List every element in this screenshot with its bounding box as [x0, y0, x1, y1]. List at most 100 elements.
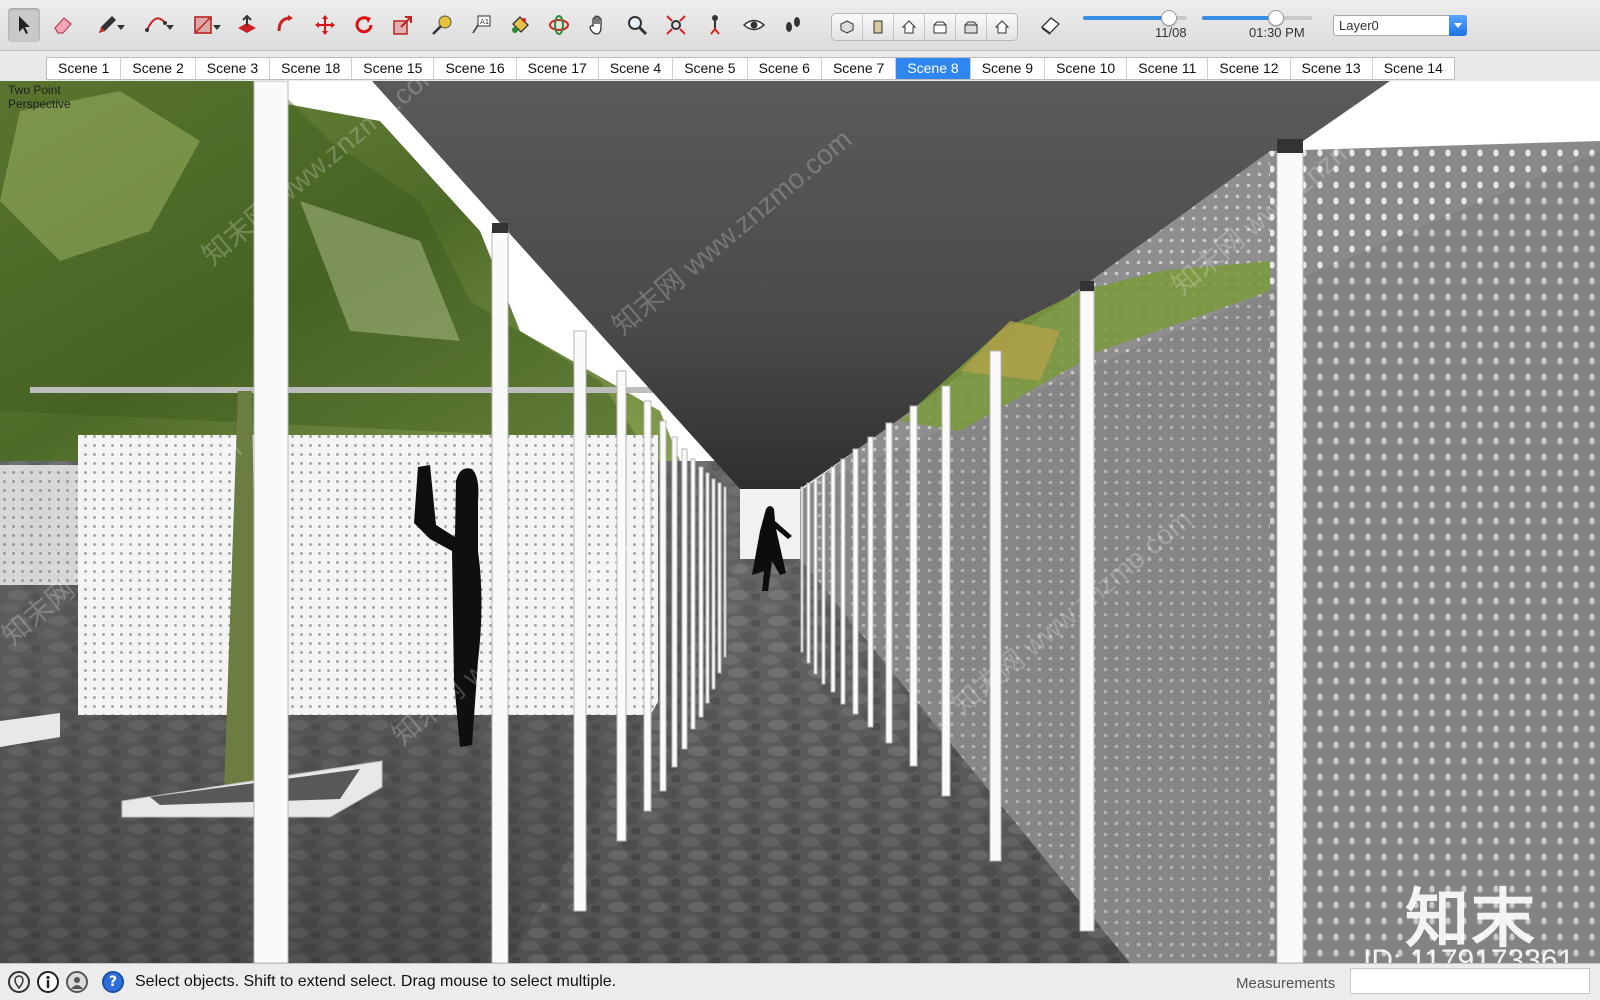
scene-tab[interactable]: Scene 9 [971, 58, 1046, 79]
arc-tool-button[interactable] [140, 8, 174, 42]
scene-tab[interactable]: Scene 1 [47, 58, 122, 79]
left-view-icon [994, 20, 1010, 34]
standard-views-group [831, 13, 1018, 41]
back-view-button[interactable] [956, 14, 987, 40]
scene-tabs: Scene 1 Scene 2 Scene 3 Scene 18 Scene 15 Sce… [46, 57, 1455, 80]
scene-tab[interactable]: Scene 6 [748, 58, 822, 79]
geolocation-icon[interactable] [8, 971, 30, 993]
scene-tab[interactable]: Scene 5 [673, 58, 748, 79]
iso-view-button[interactable] [832, 14, 863, 40]
measurements-input[interactable] [1350, 968, 1590, 994]
scene-tab[interactable]: Scene 12 [1208, 58, 1291, 79]
position-camera-tool-button[interactable] [699, 8, 731, 42]
scene-tab[interactable]: Scene 16 [434, 58, 517, 79]
user-account-icon[interactable] [66, 971, 88, 993]
pan-tool-button[interactable] [582, 8, 614, 42]
status-bar: ? Select objects. Shift to extend select… [0, 963, 1600, 1000]
scene-tab[interactable]: Scene 2 [121, 58, 196, 79]
scene-tab[interactable]: Scene 14 [1373, 58, 1454, 79]
scene-tab[interactable]: Scene 3 [196, 58, 271, 79]
position-camera-icon [710, 15, 720, 35]
magnifier-icon [628, 16, 648, 36]
line-tool-dropdown-icon[interactable] [117, 25, 125, 30]
date-slider[interactable] [1083, 10, 1187, 26]
footprints-icon [786, 17, 800, 32]
scene-tab[interactable]: Scene 8 [896, 58, 971, 79]
arrow-cursor-icon [19, 16, 30, 34]
time-label: 01:30 PM [1249, 25, 1305, 40]
date-slider-knob[interactable] [1161, 10, 1178, 26]
follow-me-icon [277, 15, 293, 32]
credits-info-icon[interactable] [37, 971, 59, 993]
scene-tab[interactable]: Scene 4 [599, 58, 674, 79]
paint-bucket-tool-button[interactable] [504, 8, 536, 42]
line-tool-button[interactable] [91, 8, 125, 42]
scene-tab[interactable]: Scene 11 [1127, 58, 1209, 79]
rectangle-tool-button[interactable] [187, 8, 221, 42]
walk-tool-button[interactable] [777, 8, 809, 42]
tape-measure-tool-button[interactable] [426, 8, 458, 42]
orbit-tool-button[interactable] [543, 8, 575, 42]
scene-tab[interactable]: Scene 15 [352, 58, 435, 79]
zoom-extents-tool-button[interactable] [660, 8, 692, 42]
follow-me-tool-button[interactable] [270, 8, 302, 42]
right-view-button[interactable] [925, 14, 956, 40]
push-pull-tool-button[interactable] [231, 8, 263, 42]
zoom-extents-icon [666, 15, 686, 35]
select-tool-button[interactable] [8, 8, 40, 42]
text-icon: A1 [472, 15, 491, 34]
scene-tab[interactable]: Scene 7 [822, 58, 897, 79]
date-label: 11/08 [1155, 25, 1187, 40]
layer-dropdown[interactable]: Layer0 [1333, 15, 1467, 36]
camera-mode-label: Two Point Perspective [8, 83, 71, 111]
scene-tab[interactable]: Scene 10 [1045, 58, 1128, 79]
shadow-icon [1041, 17, 1060, 35]
instructor-help-icon[interactable]: ? [102, 971, 124, 993]
scene-tab[interactable]: Scene 18 [270, 58, 353, 79]
front-view-icon [901, 20, 917, 34]
back-view-icon [964, 21, 978, 34]
layer-dropdown-value: Layer0 [1339, 18, 1379, 33]
top-view-button[interactable] [863, 14, 894, 40]
scene-tabs-bar: Scene 1 Scene 2 Scene 3 Scene 18 Scene 15 Sce… [0, 51, 1600, 81]
tape-measure-icon [432, 15, 452, 35]
move-icon [315, 15, 335, 35]
scale-tool-button[interactable] [387, 8, 419, 42]
eraser-tool-button[interactable] [47, 8, 79, 42]
rectangle-icon [194, 16, 212, 34]
pencil-icon [99, 16, 116, 33]
push-pull-icon [238, 14, 256, 33]
iso-view-icon [840, 20, 854, 34]
move-tool-button[interactable] [309, 8, 341, 42]
scene-tab[interactable]: Scene 13 [1291, 58, 1373, 79]
paint-bucket-icon [512, 16, 529, 33]
eye-icon [742, 19, 766, 31]
time-slider-knob[interactable] [1267, 10, 1284, 26]
3d-viewport[interactable]: Two Point Perspective 知末网 www.znzmo.com … [0, 81, 1600, 963]
status-message: Select objects. Shift to extend select. … [135, 973, 617, 990]
front-view-button[interactable] [894, 14, 925, 40]
rotate-icon [355, 16, 373, 34]
scene-tab[interactable]: Scene 17 [517, 58, 599, 79]
watermark-id: ID: 1179173361 [1363, 944, 1575, 963]
corridor-scene [0, 81, 1600, 963]
main-toolbar: A1 11/08 01:30 PM Layer0 [0, 0, 1600, 51]
date-slider-fill [1083, 16, 1169, 20]
rotate-tool-button[interactable] [348, 8, 380, 42]
text-tool-button[interactable]: A1 [465, 8, 497, 42]
eraser-icon [54, 17, 72, 34]
arc-tool-dropdown-icon[interactable] [166, 25, 174, 30]
rectangle-tool-dropdown-icon[interactable] [213, 25, 221, 30]
svg-text:A1: A1 [480, 18, 489, 26]
chevron-down-icon[interactable] [1449, 15, 1467, 36]
orbit-icon [549, 15, 569, 35]
time-slider-fill [1202, 16, 1275, 20]
measurements-label: Measurements [1236, 975, 1336, 992]
hand-icon [589, 15, 602, 35]
shadows-toggle-button[interactable] [1034, 8, 1066, 42]
look-around-tool-button[interactable] [738, 8, 770, 42]
left-view-button[interactable] [987, 14, 1017, 40]
zoom-tool-button[interactable] [621, 8, 653, 42]
time-slider[interactable] [1202, 10, 1312, 26]
right-view-icon [933, 21, 947, 34]
